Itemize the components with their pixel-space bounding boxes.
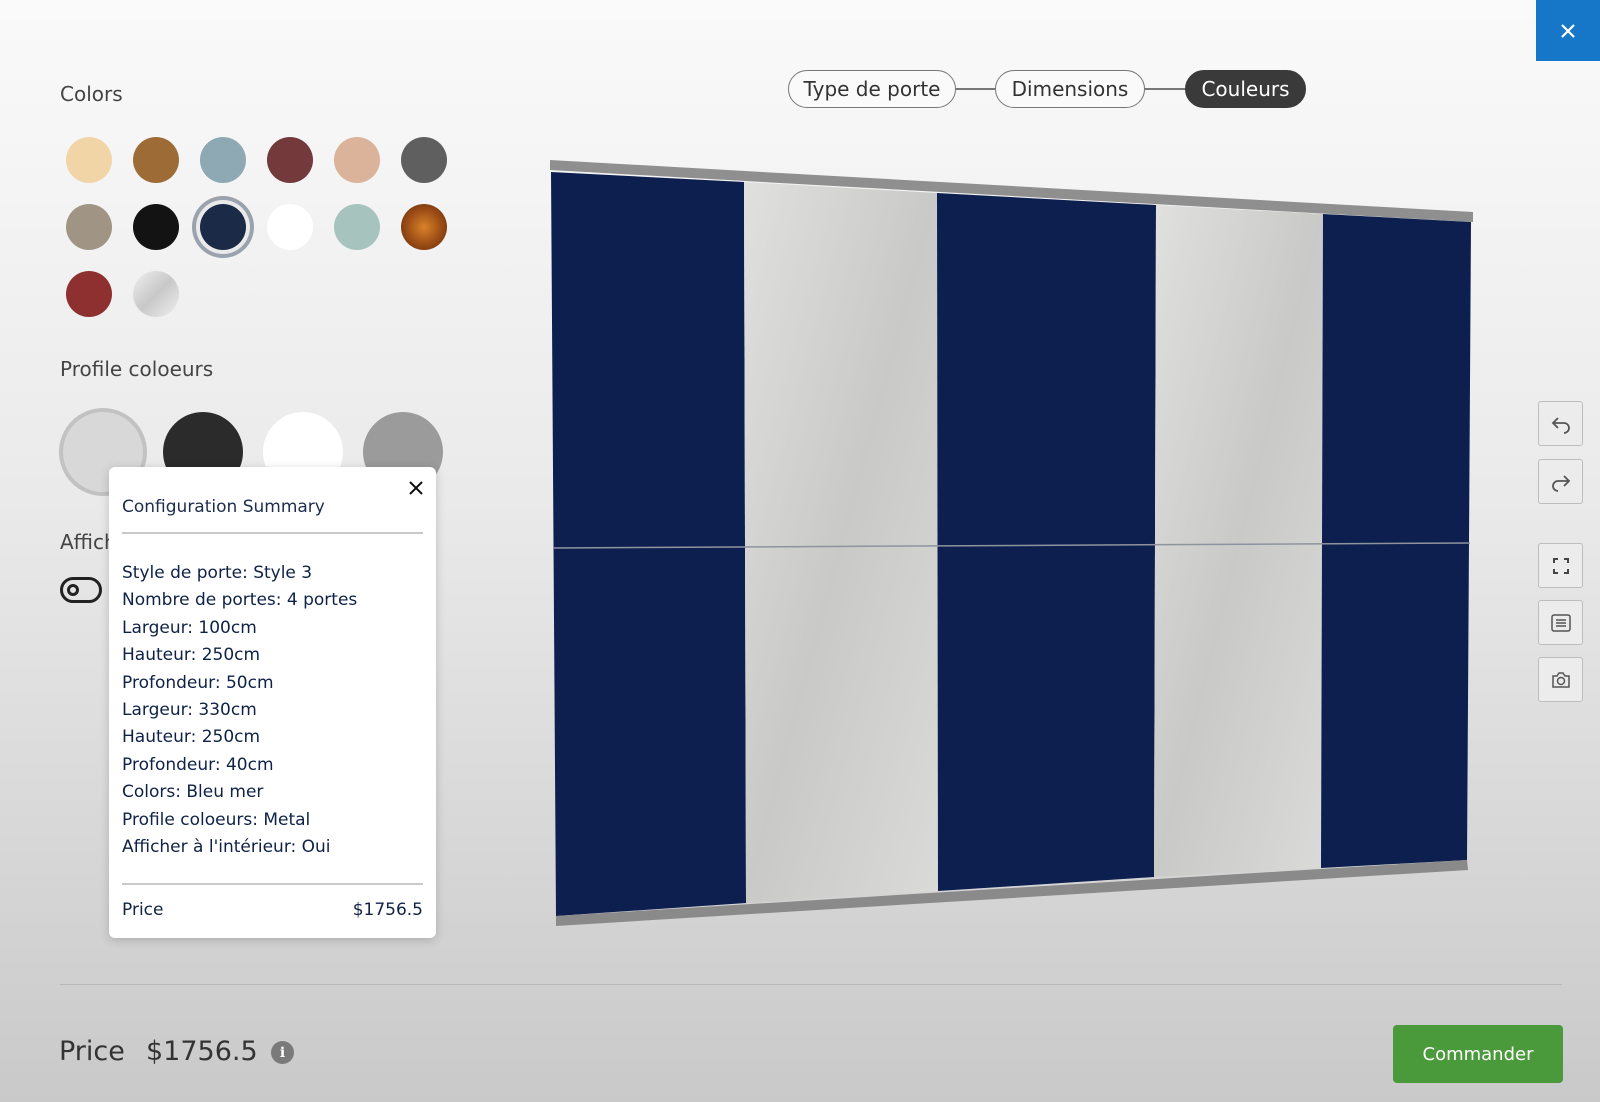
color-swatch[interactable] [133,204,179,250]
footer-price-value: $1756.5 [146,1036,258,1067]
door-panel-navy [937,193,1156,891]
step-type-de-porte[interactable]: Type de porte [788,70,956,108]
redo-button[interactable] [1538,459,1583,504]
summary-close-icon[interactable] [408,477,424,502]
step-connector [1145,88,1185,90]
summary-list: Style de porte: Style 3 Nombre de portes:… [122,560,357,861]
summary-item: Profondeur: 40cm [122,754,274,775]
close-button[interactable] [1536,0,1600,61]
order-button[interactable]: Commander [1393,1025,1563,1083]
summary-item: Largeur: 330cm [122,700,257,721]
screenshot-button[interactable] [1538,657,1583,702]
footer-price-label: Price [59,1036,125,1067]
door-panel-light [744,182,938,903]
profile-colors-title: Profile coloeurs [60,357,214,381]
info-icon[interactable]: i [271,1041,294,1064]
door-panel-navy [1321,214,1471,868]
summary-item: Style de porte: Style 3 [122,563,313,583]
summary-price-value: $1756.5 [352,900,423,920]
redo-icon [1551,474,1570,492]
summary-item: Profile coloeurs: Metal [122,809,311,830]
list-icon [1550,613,1571,632]
summary-item: Hauteur: 250cm [122,727,261,748]
footer-divider [60,984,1562,985]
summary-item: Hauteur: 250cm [122,645,261,666]
color-swatch[interactable] [66,137,112,183]
color-swatch[interactable] [66,271,112,317]
color-swatch[interactable] [267,137,313,183]
color-swatch[interactable] [334,137,380,183]
summary-item: Largeur: 100cm [122,617,257,638]
color-swatch[interactable] [401,137,447,183]
summary-divider-bottom [122,883,423,885]
color-swatch[interactable] [66,204,112,250]
color-swatch[interactable] [334,204,380,250]
undo-button[interactable] [1538,401,1583,446]
close-icon [1561,23,1575,38]
summary-title: Configuration Summary [122,497,325,517]
step-couleurs[interactable]: Couleurs [1185,70,1306,108]
summary-divider-top [122,532,423,534]
color-swatch[interactable] [401,204,447,250]
toggle-knob [67,584,79,596]
door-panel-light [1154,205,1323,877]
color-swatch[interactable] [267,204,313,250]
configuration-summary-popup: Configuration Summary Style de porte: St… [109,467,436,938]
summary-item: Nombre de portes: 4 portes [122,590,358,611]
step-dimensions[interactable]: Dimensions [995,70,1145,108]
camera-icon [1551,671,1570,688]
color-swatch[interactable] [133,137,179,183]
undo-icon [1551,416,1570,434]
summary-list-button[interactable] [1538,600,1583,645]
step-connector [956,88,995,90]
summary-item: Afficher à l'intérieur: Oui [122,837,331,858]
interior-toggle[interactable] [60,577,102,603]
wardrobe-3d-view[interactable] [545,155,1485,935]
color-swatch[interactable] [133,271,179,317]
summary-price-label: Price [122,900,164,920]
fullscreen-button[interactable] [1538,543,1583,588]
interior-toggle-label: Afficher à l'intérieur [60,530,110,554]
colors-title: Colors [60,82,123,106]
summary-item: Profondeur: 50cm [122,672,274,693]
color-swatch[interactable] [200,137,246,183]
door-panel-navy [551,172,746,916]
fullscreen-icon [1552,557,1569,574]
summary-item: Colors: Bleu mer [122,782,264,803]
color-swatch[interactable] [200,204,246,250]
